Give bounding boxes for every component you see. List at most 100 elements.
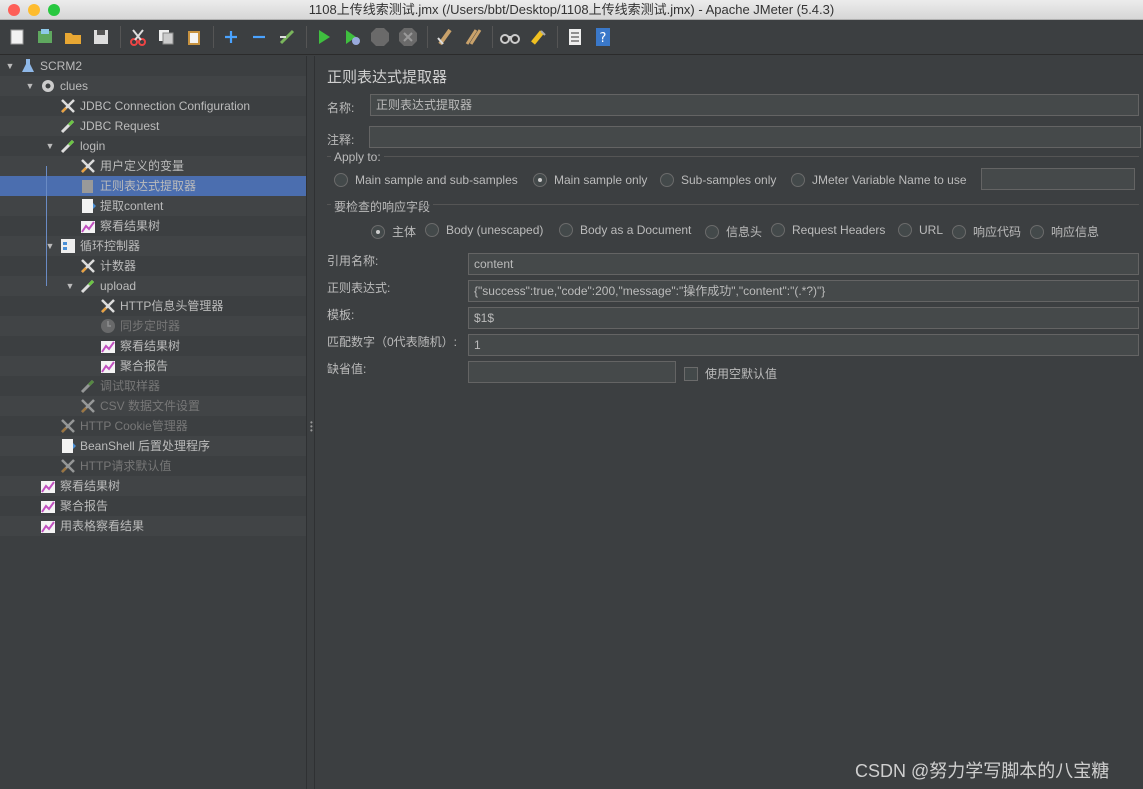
radio-response-code[interactable]: 响应代码 (952, 223, 1021, 240)
tree-node[interactable]: 用表格察看结果 (0, 516, 306, 536)
minimize-window-button[interactable] (28, 4, 40, 16)
radio-circle[interactable] (371, 224, 385, 239)
start-no-pause-icon[interactable] (341, 26, 363, 48)
comment-field[interactable] (369, 126, 1141, 148)
tree-node[interactable]: HTTP信息头管理器 (0, 296, 306, 316)
help-icon[interactable]: ? (592, 26, 614, 48)
reference-name-field[interactable]: content (468, 253, 1139, 275)
config-element-icon (80, 258, 96, 274)
tree-node-label: 察看结果树 (100, 219, 161, 233)
tree-node[interactable]: ▼ clues (0, 76, 306, 96)
tree-node[interactable]: 调试取样器 (0, 376, 306, 396)
expand-toggle-icon[interactable]: ▼ (4, 56, 16, 76)
templates-icon[interactable] (34, 26, 56, 48)
radio-circle[interactable] (791, 173, 805, 187)
zoom-window-button[interactable] (48, 4, 60, 16)
jmeter-variable-field[interactable] (981, 168, 1135, 190)
cut-icon[interactable] (127, 26, 149, 48)
tree-node[interactable]: 聚合报告 (0, 356, 306, 376)
radio-main-only[interactable]: Main sample only (533, 173, 647, 187)
expand-icon[interactable] (220, 26, 242, 48)
tree-node[interactable]: CSV 数据文件设置 (0, 396, 306, 416)
radio-circle[interactable] (334, 173, 348, 187)
radio-body-unescaped[interactable]: Body (unescaped) (425, 223, 543, 237)
radio-sub-only[interactable]: Sub-samples only (660, 173, 776, 187)
tree-node[interactable]: JDBC Request (0, 116, 306, 136)
tree-node[interactable]: JDBC Connection Configuration (0, 96, 306, 116)
apply-to-legend: Apply to: (331, 150, 384, 164)
radio-request-headers[interactable]: Request Headers (771, 223, 885, 237)
new-icon[interactable] (6, 26, 28, 48)
tree-node-label: upload (100, 279, 137, 293)
expand-toggle-icon[interactable]: ▼ (64, 276, 76, 296)
tree-node[interactable]: HTTP请求默认值 (0, 456, 306, 476)
clear-icon[interactable] (434, 26, 456, 48)
config-element-icon (100, 298, 116, 314)
paste-icon[interactable] (183, 26, 205, 48)
regex-extractor-panel: 正则表达式提取器 名称: 正则表达式提取器 注释: Apply to: Main… (316, 56, 1143, 789)
search-icon[interactable] (499, 26, 521, 48)
sampler-icon (60, 138, 76, 154)
template-field[interactable]: $1$ (468, 307, 1139, 329)
toggle-icon[interactable] (276, 26, 298, 48)
radio-response-message[interactable]: 响应信息 (1030, 223, 1099, 240)
shutdown-icon[interactable] (397, 26, 419, 48)
regex-field[interactable]: {"success":true,"code":200,"message":"操作… (468, 280, 1139, 302)
radio-circle[interactable] (660, 173, 674, 187)
radio-jmeter-variable[interactable]: JMeter Variable Name to use (791, 173, 967, 187)
expand-toggle-icon[interactable]: ▼ (44, 136, 56, 156)
copy-icon[interactable] (155, 26, 177, 48)
radio-body[interactable]: 主体 (371, 223, 416, 240)
config-element-icon (60, 98, 76, 114)
tree-node[interactable]: 察看结果树 (0, 336, 306, 356)
clear-all-icon[interactable] (462, 26, 484, 48)
tree-node[interactable]: 察看结果树 (0, 476, 306, 496)
tree-node-label: 察看结果树 (60, 479, 121, 493)
watermark: CSDN @努力学写脚本的八宝糖 (855, 761, 1110, 781)
radio-circle[interactable] (771, 223, 785, 237)
function-helper-icon[interactable] (564, 26, 586, 48)
tree-node-label: 聚合报告 (120, 359, 169, 373)
expand-toggle-icon[interactable]: ▼ (24, 76, 36, 96)
checkbox-box[interactable] (684, 366, 698, 381)
radio-circle[interactable] (1030, 224, 1044, 239)
save-icon[interactable] (90, 26, 112, 48)
panel-title: 正则表达式提取器 (327, 69, 448, 86)
close-window-button[interactable] (8, 4, 20, 16)
use-empty-default-checkbox[interactable]: 使用空默认值 (684, 365, 777, 382)
collapse-icon[interactable] (248, 26, 270, 48)
tree-node[interactable]: ▼ SCRM2 (0, 56, 306, 76)
test-plan-tree: ▼ SCRM2 ▼ clues JDBC Connection Configuratio… (0, 56, 306, 789)
default-value-field[interactable] (468, 361, 676, 383)
tree-node[interactable]: 同步定时器 (0, 316, 306, 336)
radio-circle[interactable] (898, 223, 912, 237)
reset-search-icon[interactable] (527, 26, 549, 48)
config-element-icon (80, 158, 96, 174)
tree-node[interactable]: ▼ login (0, 136, 306, 156)
tree-node[interactable]: BeanShell 后置处理程序 (0, 436, 306, 456)
tree-node-label: SCRM2 (40, 59, 83, 73)
tree-node-label: CSV 数据文件设置 (100, 399, 201, 413)
radio-circle[interactable] (559, 223, 573, 237)
tree-node[interactable]: HTTP Cookie管理器 (0, 416, 306, 436)
tree-node-label: BeanShell 后置处理程序 (80, 439, 211, 453)
radio-main-and-sub[interactable]: Main sample and sub-samples (334, 173, 518, 187)
split-pane-divider[interactable]: • • • (306, 56, 315, 789)
radio-url[interactable]: URL (898, 223, 943, 237)
name-field[interactable]: 正则表达式提取器 (370, 94, 1139, 116)
match-number-field[interactable]: 1 (468, 334, 1139, 356)
start-icon[interactable] (313, 26, 335, 48)
default-value-label: 缺省值: (327, 362, 367, 376)
radio-circle[interactable] (952, 224, 966, 239)
svg-text:?: ? (600, 31, 607, 46)
radio-body-as-document[interactable]: Body as a Document (559, 223, 691, 237)
open-icon[interactable] (62, 26, 84, 48)
radio-headers[interactable]: 信息头 (705, 223, 762, 240)
template-label: 模板: (327, 308, 355, 322)
tree-node[interactable]: 聚合报告 (0, 496, 306, 516)
stop-icon[interactable] (369, 26, 391, 48)
radio-circle[interactable] (425, 223, 439, 237)
tree-node-label: 正则表达式提取器 (100, 179, 197, 193)
radio-circle[interactable] (705, 224, 719, 239)
radio-circle[interactable] (533, 173, 547, 187)
